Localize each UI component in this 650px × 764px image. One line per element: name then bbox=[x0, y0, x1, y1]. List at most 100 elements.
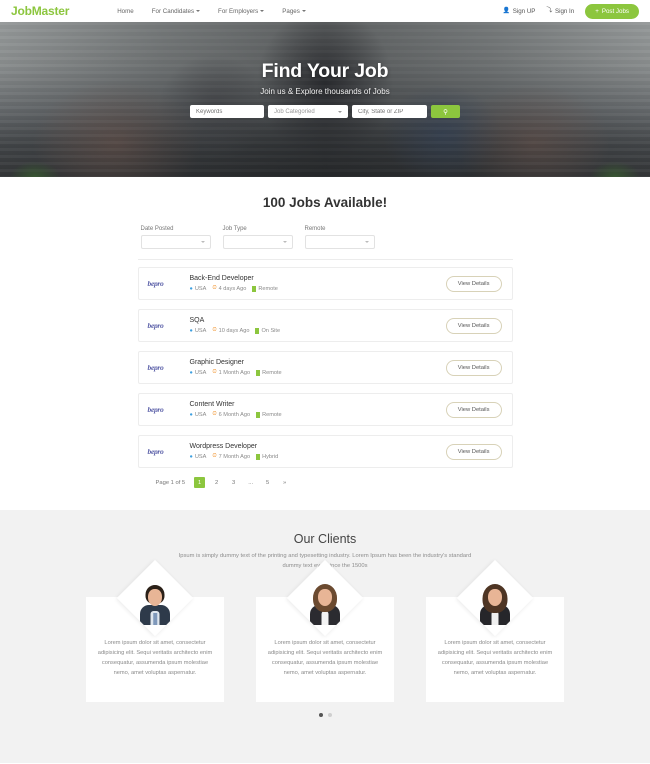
page-button-2[interactable]: 2 bbox=[211, 477, 222, 488]
job-posted-label: 4 days Ago bbox=[218, 285, 247, 292]
hero-plant-right bbox=[580, 135, 650, 177]
sign-in-link[interactable]: ⤵ Sign In bbox=[546, 8, 574, 15]
job-card[interactable]: bepro Graphic Designer ● USA ⏲ 1 Month A… bbox=[137, 351, 513, 384]
jobs-section: 100 Jobs Available! Date Posted Job Type… bbox=[0, 177, 650, 510]
hero-subtitle: Join us & Explore thousands of Jobs bbox=[260, 87, 390, 96]
date-posted-select[interactable] bbox=[140, 235, 211, 249]
company-logo: bepro bbox=[147, 321, 164, 330]
job-category-select[interactable]: Job Categoried bbox=[268, 105, 348, 118]
job-card[interactable]: bepro Back-End Developer ● USA ⏲ 4 days … bbox=[137, 267, 513, 300]
location-pin-icon: ● bbox=[189, 327, 193, 334]
testimonials-carousel: Lorem ipsum dolor sit amet, consectetur … bbox=[0, 559, 650, 703]
company-logo: bepro bbox=[147, 363, 164, 372]
page-next-button[interactable]: » bbox=[279, 477, 290, 488]
site-header: JobMaster Home For Candidates For Employ… bbox=[0, 0, 650, 22]
job-work-type-label: On Site bbox=[261, 327, 281, 334]
job-work-type: Remote bbox=[256, 369, 282, 376]
search-button[interactable]: ⚲ bbox=[431, 105, 460, 118]
testimonial-card: Lorem ipsum dolor sit amet, consectetur … bbox=[426, 559, 564, 703]
work-type-icon bbox=[256, 369, 261, 376]
page-ellipsis: ... bbox=[245, 477, 256, 488]
job-card[interactable]: bepro Wordpress Developer ● USA ⏲ 7 Mont… bbox=[137, 435, 513, 468]
sign-in-arrow-icon: ⤵ bbox=[546, 8, 553, 14]
view-details-button[interactable]: View Details bbox=[445, 359, 502, 376]
company-logo: bepro bbox=[147, 405, 164, 414]
work-type-icon bbox=[252, 285, 257, 292]
job-type-select[interactable] bbox=[222, 235, 293, 249]
remote-select[interactable] bbox=[304, 235, 375, 249]
sign-up-link[interactable]: 👤 Sign UP bbox=[503, 8, 536, 15]
view-details-button[interactable]: View Details bbox=[445, 317, 502, 334]
nav-item-pages[interactable]: Pages bbox=[282, 8, 306, 15]
keywords-input[interactable] bbox=[190, 105, 264, 118]
site-logo[interactable]: JobMaster bbox=[8, 4, 69, 18]
job-location: ● USA bbox=[190, 370, 207, 376]
job-work-type: On Site bbox=[255, 327, 281, 334]
nav-item-home[interactable]: Home bbox=[117, 8, 134, 15]
job-posted: ⏲ 1 Month Ago bbox=[212, 369, 250, 376]
clock-icon: ⏲ bbox=[212, 453, 217, 460]
job-work-type: Remote bbox=[256, 411, 282, 418]
city-input[interactable] bbox=[352, 105, 427, 118]
nav-label: For Candidates bbox=[151, 7, 195, 15]
company-logo: bepro bbox=[147, 279, 164, 288]
location-pin-icon: ● bbox=[189, 453, 193, 460]
page-button-5[interactable]: 5 bbox=[262, 477, 273, 488]
filter-remote: Remote bbox=[304, 226, 375, 249]
work-type-icon bbox=[256, 453, 261, 460]
chevron-down-icon bbox=[196, 10, 201, 12]
chevron-down-icon bbox=[200, 241, 205, 243]
testimonial-card: Lorem ipsum dolor sit amet, consectetur … bbox=[256, 559, 394, 703]
post-jobs-label: Post Jobs bbox=[601, 7, 629, 15]
job-title: Content Writer bbox=[189, 400, 235, 408]
company-logo: bepro bbox=[147, 447, 164, 456]
main-nav: Home For Candidates For Employers Pages bbox=[117, 8, 306, 15]
chevron-down-icon bbox=[364, 241, 369, 243]
job-work-type: Remote bbox=[252, 285, 278, 292]
nav-label: Pages bbox=[282, 7, 300, 15]
carousel-dot-2[interactable] bbox=[327, 713, 332, 718]
job-card[interactable]: bepro SQA ● USA ⏲ 10 days Ago On Site Vi… bbox=[137, 309, 513, 342]
location-pin-icon: ● bbox=[189, 369, 193, 376]
job-posted: ⏲ 10 days Ago bbox=[212, 327, 249, 334]
pagination: Page 1 of 5 1 2 3 ... 5 » bbox=[138, 477, 513, 510]
clock-icon: ⏲ bbox=[212, 285, 217, 292]
jobs-available-title: 100 Jobs Available! bbox=[262, 195, 388, 210]
post-jobs-button[interactable]: + Post Jobs bbox=[585, 3, 639, 19]
avatar-portrait-female bbox=[480, 581, 510, 626]
job-location: ● USA bbox=[190, 286, 207, 292]
chevron-down-icon bbox=[301, 10, 306, 12]
page-button-3[interactable]: 3 bbox=[228, 477, 239, 488]
job-title: Wordpress Developer bbox=[189, 442, 258, 450]
job-category-value: Job Categoried bbox=[274, 108, 315, 115]
chevron-down-icon bbox=[338, 110, 342, 113]
job-location-label: USA bbox=[194, 453, 207, 460]
page-button-1[interactable]: 1 bbox=[194, 477, 206, 488]
work-type-icon bbox=[255, 327, 260, 334]
view-details-button[interactable]: View Details bbox=[445, 275, 502, 292]
view-details-button[interactable]: View Details bbox=[445, 401, 502, 418]
job-posted: ⏲ 7 Month Ago bbox=[212, 453, 250, 460]
filter-label: Date Posted bbox=[140, 226, 174, 232]
job-location: ● USA bbox=[190, 454, 207, 460]
carousel-dot-1[interactable] bbox=[318, 713, 323, 718]
filter-job-type: Job Type bbox=[222, 226, 293, 249]
job-search-bar: Job Categoried ⚲ bbox=[0, 105, 650, 118]
job-title: SQA bbox=[189, 316, 205, 324]
nav-item-for-candidates[interactable]: For Candidates bbox=[151, 7, 201, 15]
sign-in-label: Sign In bbox=[554, 7, 575, 15]
job-card[interactable]: bepro Content Writer ● USA ⏲ 6 Month Ago… bbox=[137, 393, 513, 426]
job-work-type-label: Remote bbox=[262, 411, 282, 418]
job-location: ● USA bbox=[190, 328, 207, 334]
nav-item-for-employers[interactable]: For Employers bbox=[218, 7, 265, 15]
testimonial-text: Lorem ipsum dolor sit amet, consectetur … bbox=[437, 640, 553, 677]
job-location-label: USA bbox=[194, 411, 207, 418]
job-location: ● USA bbox=[190, 412, 207, 418]
chevron-down-icon bbox=[260, 10, 265, 12]
job-posted-label: 7 Month Ago bbox=[218, 453, 251, 460]
location-pin-icon: ● bbox=[189, 411, 193, 418]
view-details-button[interactable]: View Details bbox=[445, 443, 502, 460]
nav-label: For Employers bbox=[218, 7, 259, 15]
testimonial-text: Lorem ipsum dolor sit amet, consectetur … bbox=[267, 640, 383, 677]
sign-up-label: Sign UP bbox=[512, 7, 536, 15]
